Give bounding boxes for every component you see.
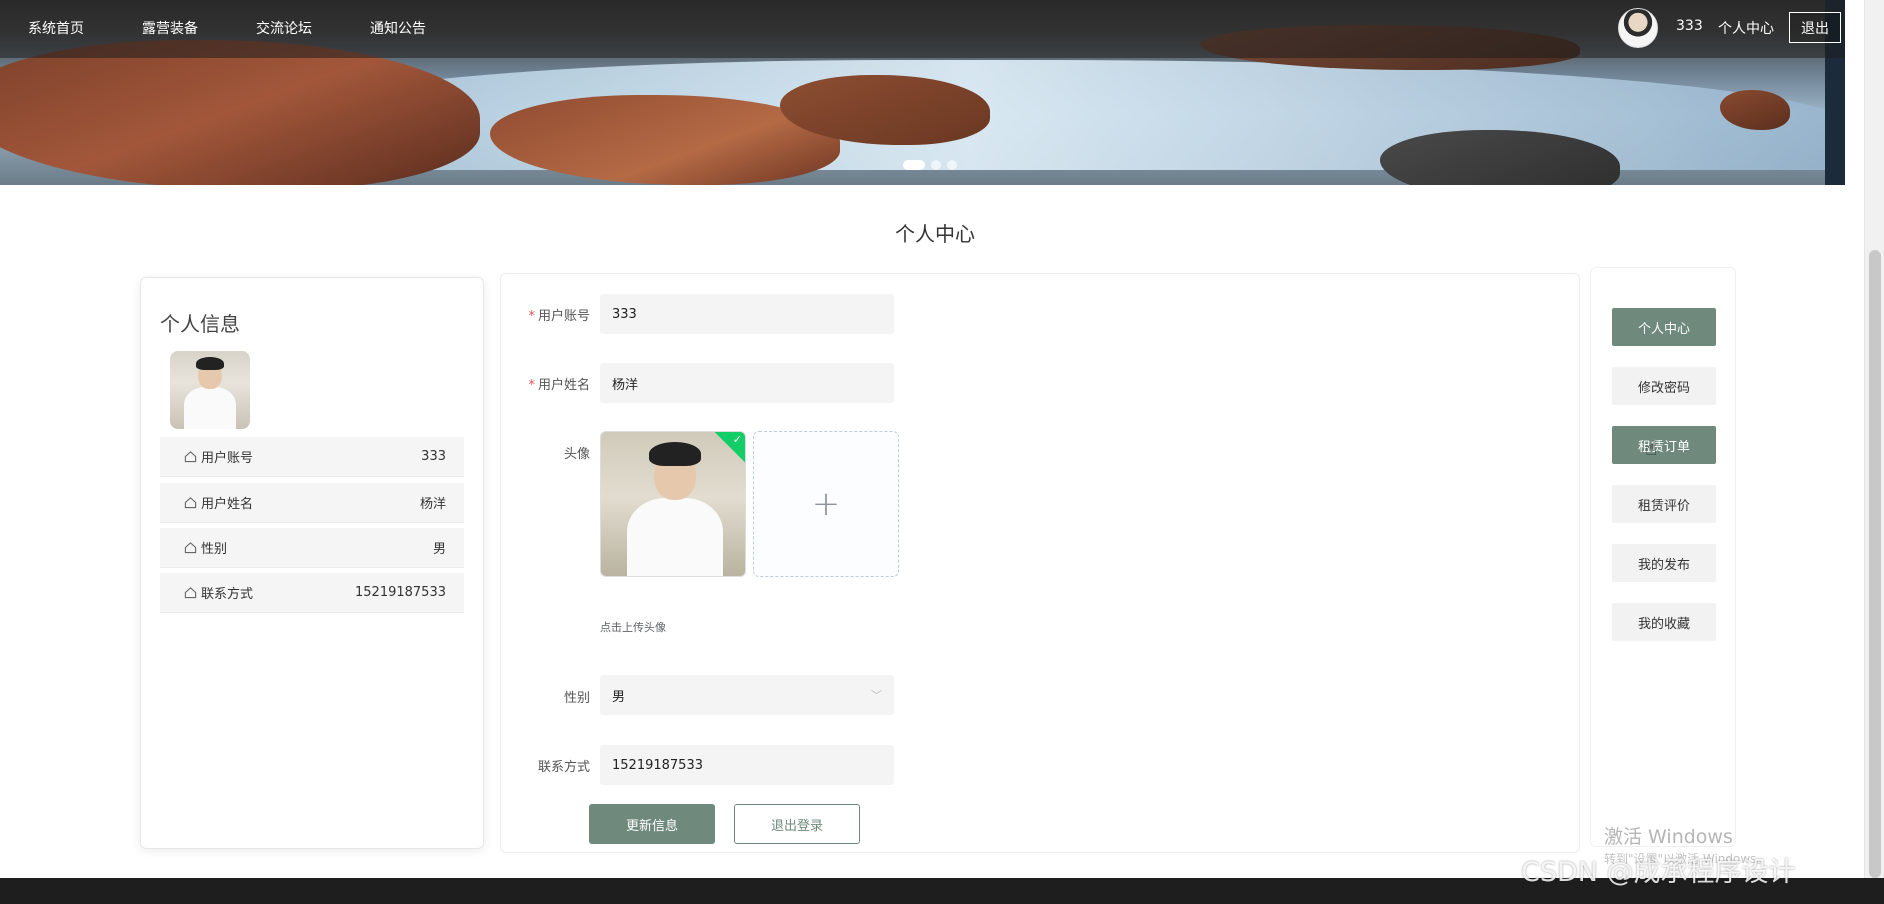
nav-announcements[interactable]: 通知公告 — [370, 18, 426, 38]
profile-row-gender: 性别 男 — [160, 528, 464, 568]
user-side-menu: 个人中心 修改密码 租赁订单 租赁评价 我的发布 我的收藏 — [1590, 267, 1736, 847]
phone-label: 联系方式 — [537, 760, 590, 775]
required-mark: * — [528, 309, 535, 324]
profile-row-value: 男 — [432, 542, 446, 557]
carousel-dot[interactable] — [903, 160, 925, 170]
check-icon: ✓ — [732, 433, 742, 446]
nav-camping-gear[interactable]: 露营装备 — [142, 18, 198, 38]
nav-personal-center[interactable]: 个人中心 — [1718, 18, 1774, 38]
windows-activation-notice: 激活 Windows — [1604, 826, 1733, 848]
account-input[interactable] — [600, 294, 894, 334]
profile-row-value: 杨洋 — [419, 497, 446, 512]
profile-row-value: 333 — [421, 449, 446, 464]
name-label: * 用户姓名 — [528, 378, 590, 393]
hand-cursor-icon: ☝ — [1645, 436, 1658, 460]
gender-select-value: 男 — [612, 689, 626, 705]
csdn-watermark: CSDN @成承程序设计 — [1521, 857, 1796, 888]
carousel-dot[interactable] — [947, 160, 957, 170]
update-info-button[interactable]: 更新信息 — [589, 804, 715, 844]
menu-my-favorites[interactable]: 我的收藏 — [1612, 603, 1716, 641]
page-scrollbar[interactable] — [1864, 0, 1884, 878]
profile-row-phone: 联系方式 15219187533 — [160, 573, 464, 613]
carousel-dot[interactable] — [931, 160, 941, 170]
profile-form: *用户账号 *用户姓名 头像 ✓ + 点击上传头像 性别 男 ﹀ 联系方式 更新… — [500, 273, 1580, 853]
avatar-photo — [601, 432, 745, 576]
name-input[interactable] — [600, 363, 894, 403]
gender-select[interactable]: 男 ﹀ — [600, 675, 894, 715]
profile-row-account: 用户账号 333 — [160, 437, 464, 477]
home-icon — [184, 497, 197, 509]
menu-personal-center[interactable]: 个人中心 — [1612, 308, 1716, 346]
gender-label: 性别 — [563, 691, 590, 706]
home-icon — [184, 451, 197, 463]
phone-input[interactable] — [600, 745, 894, 785]
profile-row-value: 15219187533 — [355, 585, 446, 600]
avatar-label: 头像 — [563, 447, 590, 462]
menu-change-password[interactable]: 修改密码 — [1612, 367, 1716, 405]
menu-my-posts[interactable]: 我的发布 — [1612, 544, 1716, 582]
profile-row-label: 性别 — [201, 542, 228, 557]
home-icon — [184, 587, 197, 599]
logout-account-button[interactable]: 退出登录 — [734, 804, 860, 844]
carousel-indicators — [903, 160, 957, 170]
logout-button[interactable]: 退出 — [1789, 12, 1841, 43]
avatar-upload-button[interactable]: + — [753, 431, 899, 577]
profile-row-name: 用户姓名 杨洋 — [160, 483, 464, 523]
upload-tip: 点击上传头像 — [600, 621, 666, 634]
banner-rock — [0, 40, 480, 185]
profile-row-label: 用户账号 — [201, 451, 254, 466]
required-mark: * — [528, 378, 535, 393]
plus-icon: + — [811, 484, 841, 524]
user-avatar[interactable] — [1618, 8, 1658, 48]
avatar-photo — [170, 351, 250, 429]
uploaded-avatar[interactable]: ✓ — [600, 431, 746, 577]
home-icon — [184, 542, 197, 554]
nav-home[interactable]: 系统首页 — [28, 18, 84, 38]
top-navbar: 系统首页 露营装备 交流论坛 通知公告 333 个人中心 退出 — [0, 0, 1845, 58]
menu-rental-orders[interactable]: 租赁订单 — [1612, 426, 1716, 464]
profile-avatar — [170, 351, 250, 429]
profile-row-label: 用户姓名 — [201, 497, 254, 512]
nav-forum[interactable]: 交流论坛 — [256, 18, 312, 38]
profile-card-title: 个人信息 — [160, 312, 240, 336]
profile-row-label: 联系方式 — [201, 587, 254, 602]
chevron-down-icon: ﹀ — [871, 689, 882, 702]
page-title: 个人中心 — [895, 222, 975, 246]
scrollbar-thumb[interactable] — [1869, 250, 1881, 878]
account-label: * 用户账号 — [528, 309, 590, 324]
menu-rental-reviews[interactable]: 租赁评价 — [1612, 485, 1716, 523]
username-label: 333 — [1676, 18, 1703, 34]
profile-card: 个人信息 用户账号 333 用户姓名 杨洋 性别 男 联系方式 15219187… — [140, 277, 484, 849]
